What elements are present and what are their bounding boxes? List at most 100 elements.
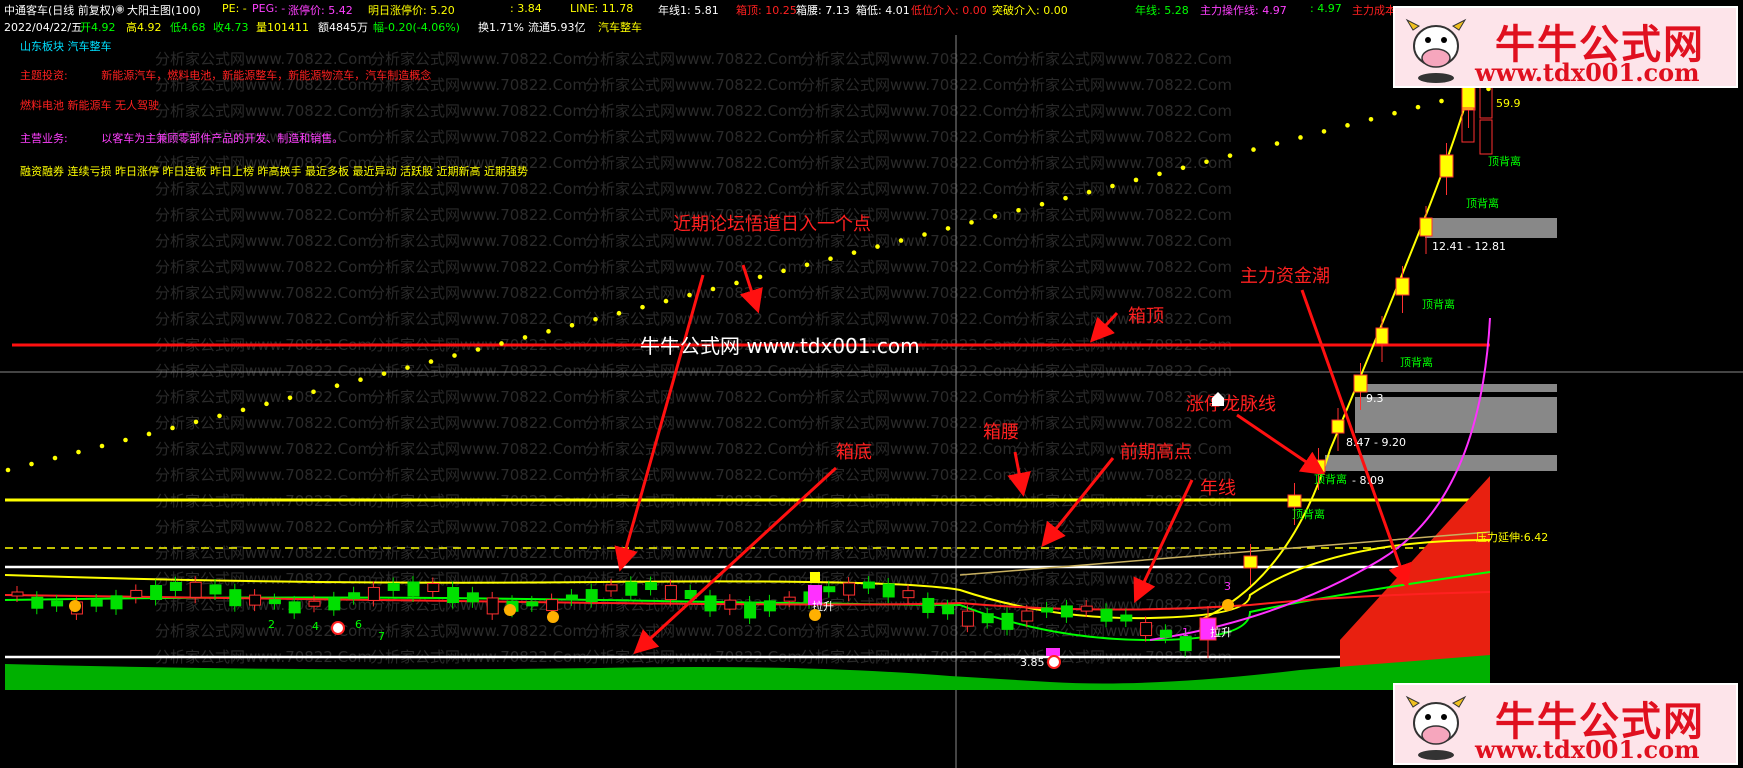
rally-candle xyxy=(1287,494,1302,508)
logo-url: www.tdx001.com xyxy=(1475,58,1700,87)
watermark-text: 分析家公式网www.70822.Com xyxy=(800,102,1017,120)
watermark-text: 分析家公式网www.70822.Com xyxy=(585,362,802,380)
candle-body xyxy=(763,600,776,612)
trend-dot xyxy=(29,461,34,467)
watermark-text: 分析家公式网www.70822.Com xyxy=(1015,518,1232,536)
trend-dot xyxy=(193,419,199,425)
top-divergence-label: 顶背离 xyxy=(1314,472,1347,486)
trend-dot xyxy=(475,347,481,352)
signal-coin-icon xyxy=(69,600,81,612)
watermark-text: 分析家公式网www.70822.Com xyxy=(370,466,587,484)
signal-candle xyxy=(1046,648,1060,656)
theme-label: 主题投资: xyxy=(20,69,68,82)
watermark-text: 分析家公式网www.70822.Com xyxy=(370,258,587,276)
chart-stage[interactable]: 分析家公式网www.70822.Com 分析家公式网www.70822.Com 分析… xyxy=(0,0,1743,768)
pull-up-label: 拉升 xyxy=(1210,625,1232,639)
trend-dot xyxy=(969,220,974,225)
watermark-text: 分析家公式网www.70822.Com xyxy=(585,258,802,276)
candle-body xyxy=(526,601,539,607)
watermark-text: 分析家公式网www.70822.Com xyxy=(585,440,802,458)
candle-body xyxy=(645,582,658,591)
trend-dot xyxy=(1227,153,1233,158)
trend-dot xyxy=(992,214,998,219)
candle-body xyxy=(902,590,915,599)
kline-chart[interactable]: 分析家公式网www.70822.Com分析家公式网www.70822.Com分析… xyxy=(0,0,1743,768)
trend-dot xyxy=(1368,116,1374,122)
watermark-text: 分析家公式网www.70822.Com xyxy=(585,50,802,68)
signal-coin-icon xyxy=(1222,599,1234,611)
watermark-text: 分析家公式网www.70822.Com xyxy=(800,362,1017,380)
watermark-text: 分析家公式网www.70822.Com xyxy=(370,310,587,328)
value-497: : 4.97 xyxy=(1310,2,1342,15)
candle-body xyxy=(150,584,163,600)
logo-top: 牛牛公式网 www.tdx001.com xyxy=(1393,6,1738,88)
trend-dot xyxy=(1157,171,1162,177)
watermark-text: 分析家公式网www.70822.Com xyxy=(155,518,372,536)
candle-body xyxy=(823,586,836,593)
watermark-text: 分析家公式网www.70822.Com xyxy=(585,570,802,588)
watermark-text: 分析家公式网www.70822.Com xyxy=(1015,258,1232,276)
rally-candle xyxy=(1439,154,1454,178)
trend-dot xyxy=(1016,207,1021,213)
annotation-prev-high: 前期高点 xyxy=(1120,442,1192,463)
trend-dot xyxy=(358,377,363,382)
main-line-value: 主力操作线: 4.97 xyxy=(1200,4,1287,17)
watermark-text: 分析家公式网www.70822.Com xyxy=(1015,570,1232,588)
signal-coin-icon xyxy=(504,604,516,616)
watermark-text: 分析家公式网www.70822.Com xyxy=(370,414,587,432)
trend-dot xyxy=(1204,159,1209,165)
count-label: 2 xyxy=(268,618,275,631)
watermark-text: 分析家公式网www.70822.Com xyxy=(155,258,372,276)
price-zone-band xyxy=(1355,397,1557,433)
watermark-text: 分析家公式网www.70822.Com xyxy=(800,310,1017,328)
watermark-text: 分析家公式网www.70822.Com xyxy=(155,50,372,68)
watermark-text: 分析家公式网www.70822.Com xyxy=(370,362,587,380)
trend-dot xyxy=(1251,147,1256,152)
float-value: 流通5.93亿 xyxy=(528,21,586,34)
trend-dot xyxy=(1345,123,1350,128)
watermark-text: 分析家公式网www.70822.Com xyxy=(800,128,1017,146)
annual-value: 年线: 5.28 xyxy=(1135,4,1189,17)
chevron-down-icon[interactable]: ◉ xyxy=(115,2,125,15)
candle-body xyxy=(288,601,301,614)
trend-dot xyxy=(52,455,58,461)
volume-value: 量101411 xyxy=(256,21,309,34)
watermark-text: 分析家公式网www.70822.Com xyxy=(155,414,372,432)
signal-candle xyxy=(810,572,820,582)
candle-body xyxy=(308,600,321,607)
candle-body xyxy=(704,595,717,612)
watermark-text: 分析家公式网www.70822.Com xyxy=(155,102,372,120)
watermark-text: 分析家公式网www.70822.Com xyxy=(585,388,802,406)
annotation-forum: 近期论坛悟道日入一个点 xyxy=(673,214,871,235)
candle-body xyxy=(783,596,796,602)
price-label: 59.9 xyxy=(1496,97,1521,110)
annotation-box-top: 箱顶 xyxy=(1128,306,1164,327)
rally-candle xyxy=(1375,327,1389,345)
watermark-text: 分析家公式网www.70822.Com xyxy=(370,518,587,536)
rally-candle-outline xyxy=(1479,119,1493,155)
box-low-value: 箱低: 4.01 xyxy=(856,4,910,17)
trend-dot xyxy=(499,341,504,346)
plus-circle-icon xyxy=(1047,655,1061,669)
trend-dot xyxy=(452,353,457,358)
range-label: 12.41 - 12.81 xyxy=(1432,240,1506,253)
candle-body xyxy=(843,582,856,596)
range-label: 9.3 xyxy=(1366,392,1384,405)
trend-dot xyxy=(240,407,246,413)
stock-title[interactable]: 中通客车(日线 前复权) xyxy=(4,2,115,18)
candle-body xyxy=(1080,605,1093,612)
rally-candle xyxy=(1395,277,1410,296)
rally-candle xyxy=(1243,555,1258,569)
trend-dot xyxy=(1039,201,1045,207)
watermark-text: 分析家公式网www.70822.Com xyxy=(800,284,1017,302)
signal-coin-icon xyxy=(809,609,821,621)
trend-dot xyxy=(287,395,293,401)
trend-dot xyxy=(264,401,269,407)
watermark-text: 分析家公式网www.70822.Com xyxy=(370,622,587,640)
pe-value: PE: - xyxy=(222,2,247,15)
next-limit-up-price: 明日涨停价: 5.20 xyxy=(368,4,455,17)
trend-dot xyxy=(616,310,622,316)
indicator-name[interactable]: 大阳主图(100) xyxy=(127,2,201,18)
watermark-text: 分析家公式网www.70822.Com xyxy=(370,232,587,250)
trend-dot xyxy=(687,292,692,298)
